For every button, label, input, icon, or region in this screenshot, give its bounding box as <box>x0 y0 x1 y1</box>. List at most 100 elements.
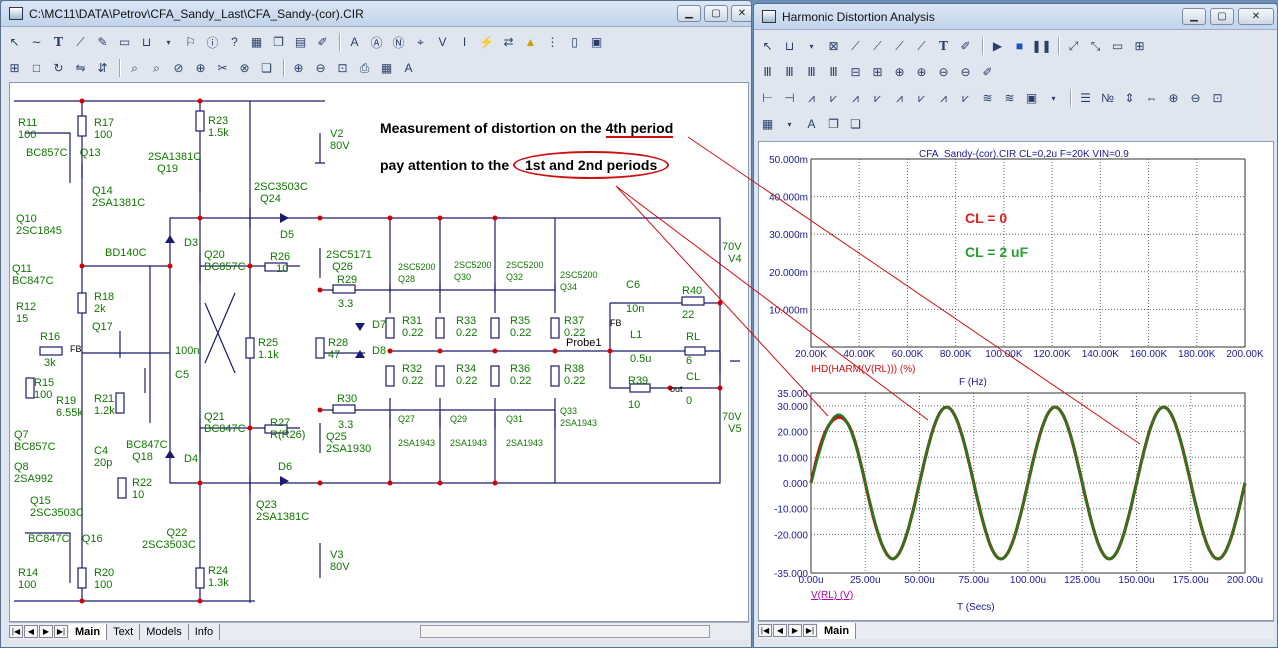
select-icon[interactable]: ↖ <box>5 33 24 52</box>
component-icon[interactable]: ⊔ <box>137 33 156 52</box>
harmonic-close-button[interactable]: ✕ <box>1238 8 1274 25</box>
dropdown-icon[interactable]: ▾ <box>780 115 799 134</box>
next-peak-icon[interactable]: ⩘ <box>890 89 909 108</box>
paste-icon[interactable]: ❏ <box>846 115 865 134</box>
tab-info[interactable]: Info <box>189 623 221 640</box>
zoom-region-icon[interactable]: ⊕ <box>890 63 909 82</box>
valley-find-icon[interactable]: ⩗ <box>868 89 887 108</box>
last-page-button[interactable]: ▶| <box>54 625 68 638</box>
zoom-fit-icon[interactable]: ⊡ <box>333 59 352 78</box>
warning-icon[interactable]: ▲ <box>521 33 540 52</box>
restore-icon[interactable]: ⊡ <box>1208 89 1227 108</box>
duplicate-icon[interactable]: ❏ <box>257 59 276 78</box>
stop-icon[interactable]: ⊘ <box>169 59 188 78</box>
maximize-button[interactable]: ▢ <box>704 5 728 22</box>
tag-horz-icon[interactable]: ⟋ <box>890 37 909 56</box>
print-icon[interactable]: ⎙ <box>355 59 374 78</box>
text-icon[interactable]: T <box>49 33 68 52</box>
cut-icon[interactable]: ✂ <box>213 59 232 78</box>
scale-reset-icon[interactable]: ⤡ <box>1086 37 1105 56</box>
numbers-icon[interactable]: № <box>1098 89 1117 108</box>
table-icon[interactable]: ▤ <box>291 33 310 52</box>
paste-icon[interactable]: ▣ <box>587 33 606 52</box>
prev-page-button[interactable]: ◀ <box>24 625 38 638</box>
clipboard-icon[interactable]: ▣ <box>1022 89 1041 108</box>
slope-up-icon[interactable]: ⩘ <box>802 89 821 108</box>
line-icon[interactable]: ⟋ <box>71 33 90 52</box>
high-find-icon[interactable]: ⩘ <box>934 89 953 108</box>
help-icon[interactable]: ? <box>225 33 244 52</box>
valley-icon[interactable]: Ⅲ <box>780 63 799 82</box>
tab-text[interactable]: Text <box>107 623 141 640</box>
peak-find-icon[interactable]: ⩘ <box>846 89 865 108</box>
zoom-in-icon[interactable]: ⊕ <box>289 59 308 78</box>
first-page-button[interactable]: |◀ <box>9 625 23 638</box>
component-icon[interactable]: ⊔ <box>780 37 799 56</box>
grid-dots-icon[interactable]: ⋮ <box>543 33 562 52</box>
harmonic-maximize-button[interactable]: ▢ <box>1210 8 1234 25</box>
level-icon[interactable]: ⊟ <box>846 63 865 82</box>
attribute-text-icon[interactable]: A <box>345 33 364 52</box>
node-numbers-icon[interactable]: Ⓝ <box>389 33 408 52</box>
list-icon[interactable]: ☰ <box>1076 89 1095 108</box>
voltage-icon[interactable]: V <box>433 33 452 52</box>
horizontal-scrollbar[interactable] <box>420 625 711 638</box>
state-icon[interactable]: ⇄ <box>499 33 518 52</box>
page-icon[interactable]: ▯ <box>565 33 584 52</box>
layout-icon[interactable]: ▦ <box>758 115 777 134</box>
copy-icon[interactable]: ❐ <box>269 33 288 52</box>
properties-icon[interactable]: ✐ <box>956 37 975 56</box>
slope-down-icon[interactable]: ⩗ <box>824 89 843 108</box>
info-icon[interactable]: ⓘ <box>203 33 222 52</box>
text-size-icon[interactable]: A <box>802 115 821 134</box>
tag-icon[interactable]: ⟋ <box>846 37 865 56</box>
text-icon[interactable]: T <box>934 37 953 56</box>
minimize-button[interactable]: ▁ <box>677 5 701 22</box>
zoom-in-icon[interactable]: ⊕ <box>1164 89 1183 108</box>
zoom-out-icon[interactable]: ⊖ <box>934 63 953 82</box>
grid-icon[interactable]: ▦ <box>247 33 266 52</box>
bus-icon[interactable]: ▭ <box>115 33 134 52</box>
close-button[interactable]: ✕ <box>731 5 751 22</box>
schematic-canvas[interactable]: R11 100 R17 100 R23 1.5k BC857C Q13 Q14 2SA1… <box>9 82 749 622</box>
window-icon[interactable]: ▭ <box>1108 37 1127 56</box>
cursor-right-icon[interactable]: ⊣ <box>780 89 799 108</box>
layout-icon[interactable]: ▦ <box>377 59 396 78</box>
zoom-out-icon[interactable]: ⊖ <box>1186 89 1205 108</box>
inflection-icon[interactable]: ≋ <box>978 89 997 108</box>
stop-icon[interactable]: ■ <box>1010 37 1029 56</box>
rotate-icon[interactable]: ↻ <box>49 59 68 78</box>
dropdown-icon[interactable]: ▾ <box>1044 89 1063 108</box>
tab-main[interactable]: Main <box>69 623 108 640</box>
next-page-button[interactable]: ▶ <box>788 624 802 637</box>
run-icon[interactable]: ▶ <box>988 37 1007 56</box>
tab-models[interactable]: Models <box>140 623 189 640</box>
align-icon[interactable]: ⊞ <box>5 59 24 78</box>
next-page-button[interactable]: ▶ <box>39 625 53 638</box>
find-next-icon[interactable]: ⌕ <box>147 59 166 78</box>
edit-icon[interactable]: ✐ <box>978 63 997 82</box>
copy-icon[interactable]: ❐ <box>824 115 843 134</box>
high-icon[interactable]: Ⅲ <box>802 63 821 82</box>
low-icon[interactable]: Ⅲ <box>824 63 843 82</box>
flip-icon[interactable]: ⇵ <box>93 59 112 78</box>
zoom-out-icon[interactable]: ⊖ <box>311 59 330 78</box>
grid-icon[interactable]: ⊞ <box>868 63 887 82</box>
fit-y-icon[interactable]: ⇕ <box>1120 89 1139 108</box>
schematic-titlebar[interactable]: C:\MC11\DATA\Petrov\CFA_Sandy_Last\CFA_S… <box>1 1 751 27</box>
cursor-left-icon[interactable]: ⊢ <box>758 89 777 108</box>
wire-icon[interactable]: ∼ <box>27 33 46 52</box>
first-page-button[interactable]: |◀ <box>758 624 772 637</box>
scale-fit-icon[interactable]: ⤢ <box>1064 37 1083 56</box>
flag-icon[interactable]: ⚐ <box>181 33 200 52</box>
prev-page-button[interactable]: ◀ <box>773 624 787 637</box>
mirror-icon[interactable]: ⇋ <box>71 59 90 78</box>
tab-harmonic-main[interactable]: Main <box>818 622 857 639</box>
find-icon[interactable]: ⌕ <box>125 59 144 78</box>
low-find-icon[interactable]: ⩗ <box>956 89 975 108</box>
box-icon[interactable]: □ <box>27 59 46 78</box>
slope-icon[interactable]: ⟋ <box>912 37 931 56</box>
harmonic-minimize-button[interactable]: ▁ <box>1182 8 1206 25</box>
dropdown-icon[interactable]: ▾ <box>159 33 178 52</box>
pause-icon[interactable]: ❚❚ <box>1031 37 1051 56</box>
